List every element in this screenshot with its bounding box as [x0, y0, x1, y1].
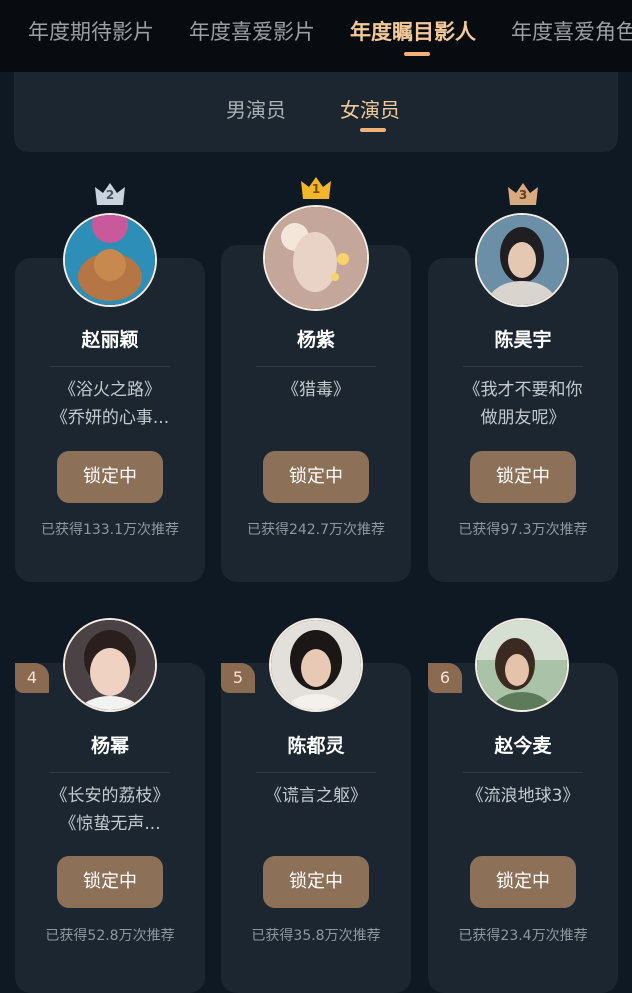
actor-name: 杨幂	[90, 735, 129, 757]
divider	[463, 366, 583, 367]
rank-badge: 5	[221, 663, 255, 693]
locked-button[interactable]: 锁定中	[57, 451, 163, 503]
locked-button[interactable]: 锁定中	[263, 856, 369, 908]
locked-button[interactable]: 锁定中	[470, 856, 576, 908]
divider	[50, 366, 170, 367]
work-title: 做朋友呢》	[480, 408, 566, 428]
tab-actors[interactable]: 男演员	[226, 96, 286, 124]
divider	[256, 772, 376, 773]
sub-tab-bar: 男演员 女演员	[14, 72, 618, 152]
work-title: 《乔妍的心事...	[50, 408, 170, 428]
works-list: 《猎毒》	[231, 376, 401, 404]
avatar[interactable]	[475, 213, 569, 307]
work-title: 《谎言之躯》	[265, 786, 367, 806]
recommend-count: 已获得133.1万次推荐	[40, 522, 180, 538]
top-tab-bar: 年度期待影片 年度喜爱影片 年度瞩目影人 年度喜爱角色	[0, 0, 632, 72]
recommend-count: 已获得35.8万次推荐	[251, 928, 381, 944]
actor-name: 陈都灵	[287, 735, 345, 757]
tab-favorite-films[interactable]: 年度喜爱影片	[189, 18, 315, 46]
avatar[interactable]	[63, 213, 157, 307]
recommend-count: 已获得23.4万次推荐	[458, 928, 588, 944]
recommend-count: 已获得52.8万次推荐	[45, 928, 175, 944]
tab-notable-people[interactable]: 年度瞩目影人	[350, 18, 476, 46]
rank-number: 3	[518, 188, 528, 202]
avatar[interactable]	[269, 618, 363, 712]
actor-name: 陈昊宇	[494, 329, 552, 351]
locked-button[interactable]: 锁定中	[470, 451, 576, 503]
avatar[interactable]	[63, 618, 157, 712]
avatar[interactable]	[263, 205, 369, 311]
work-title: 《流浪地球3》	[466, 786, 580, 806]
avatar[interactable]	[475, 618, 569, 712]
locked-button[interactable]: 锁定中	[57, 856, 163, 908]
actor-card-rank-5[interactable]: 5 陈都灵 《谎言之躯》 锁定中 已获得35.8万次推荐	[221, 663, 411, 993]
rank-number: 2	[105, 188, 115, 202]
works-list: 《长安的荔枝》 《惊蛰无声...	[25, 782, 195, 838]
divider	[256, 366, 376, 367]
work-title: 《猎毒》	[282, 380, 350, 400]
rank-badge: 6	[428, 663, 462, 693]
work-title: 《我才不要和你	[463, 380, 583, 400]
active-subtab-indicator	[360, 128, 386, 132]
rank-badge: 4	[15, 663, 49, 693]
actor-name: 杨紫	[296, 329, 335, 351]
works-list: 《我才不要和你 做朋友呢》	[438, 376, 608, 432]
tab-actresses[interactable]: 女演员	[340, 96, 400, 124]
divider	[50, 772, 170, 773]
crown-bronze-icon: 3	[506, 181, 540, 207]
locked-button[interactable]: 锁定中	[263, 451, 369, 503]
tab-anticipated-films[interactable]: 年度期待影片	[28, 18, 154, 46]
actor-name: 赵今麦	[494, 735, 552, 757]
active-tab-indicator	[404, 52, 430, 56]
work-title: 《浴火之路》	[59, 380, 161, 400]
divider	[463, 772, 583, 773]
actor-name: 赵丽颖	[81, 329, 139, 351]
crown-silver-icon: 2	[93, 181, 127, 207]
recommend-count: 已获得97.3万次推荐	[458, 522, 588, 538]
works-list: 《流浪地球3》	[438, 782, 608, 810]
recommend-count: 已获得242.7万次推荐	[246, 522, 386, 538]
work-title: 《惊蛰无声...	[59, 814, 161, 834]
actor-card-rank-4[interactable]: 4 杨幂 《长安的荔枝》 《惊蛰无声... 锁定中 已获得52.8万次推荐	[15, 663, 205, 993]
works-list: 《浴火之路》 《乔妍的心事...	[25, 376, 195, 432]
actor-card-rank-6[interactable]: 6 赵今麦 《流浪地球3》 锁定中 已获得23.4万次推荐	[428, 663, 618, 993]
works-list: 《谎言之躯》	[231, 782, 401, 810]
work-title: 《长安的荔枝》	[50, 786, 170, 806]
rank-number: 1	[311, 182, 321, 196]
crown-gold-icon: 1	[299, 175, 333, 201]
tab-favorite-characters[interactable]: 年度喜爱角色	[511, 18, 632, 46]
